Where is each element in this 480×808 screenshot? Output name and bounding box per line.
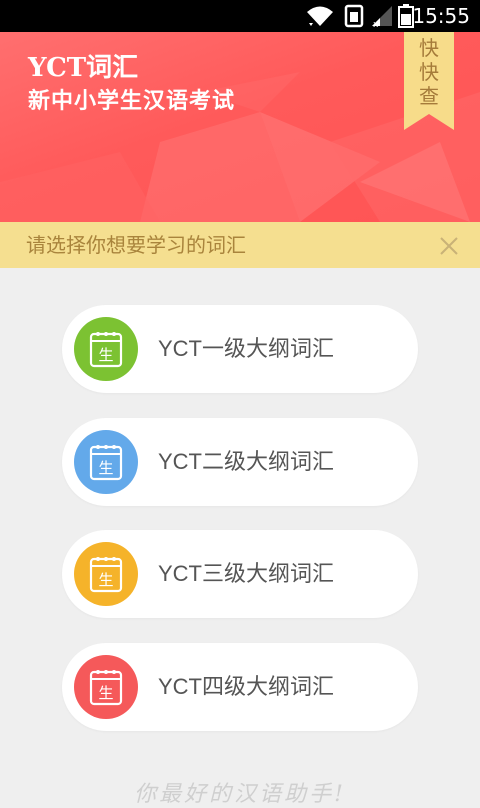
app-subtitle: 新中小学生汉语考试 bbox=[28, 88, 236, 114]
level-4-button[interactable]: 生 YCT四级大纲词汇 bbox=[62, 643, 418, 731]
wifi-icon bbox=[307, 6, 333, 26]
level-3-label: YCT三级大纲词汇 bbox=[158, 561, 335, 586]
quick-lookup-ribbon[interactable]: 快 快 查 bbox=[404, 32, 454, 130]
status-bar: x 15:55 bbox=[0, 0, 480, 32]
level-4-label: YCT四级大纲词汇 bbox=[158, 674, 335, 699]
calendar-icon: 生 bbox=[74, 655, 138, 719]
svg-text:生: 生 bbox=[98, 459, 113, 477]
svg-text:x: x bbox=[373, 20, 379, 28]
close-icon[interactable] bbox=[434, 231, 464, 261]
app-title: YCT词汇 bbox=[28, 53, 139, 83]
svg-text:生: 生 bbox=[98, 346, 113, 364]
status-time: 15:55 bbox=[412, 4, 470, 28]
signal-icon: x bbox=[372, 6, 392, 28]
svg-text:生: 生 bbox=[98, 571, 113, 589]
level-2-button[interactable]: 生 YCT二级大纲词汇 bbox=[62, 418, 418, 506]
header-banner: YCT词汇 新中小学生汉语考试 快 快 查 bbox=[0, 32, 480, 222]
quick-lookup-label: 快 快 查 bbox=[419, 36, 439, 108]
notice-bar: 请选择你想要学习的词汇 bbox=[0, 222, 480, 268]
svg-text:生: 生 bbox=[98, 684, 113, 702]
footer-slogan: 你最好的汉语助手! bbox=[134, 782, 346, 807]
level-1-label: YCT一级大纲词汇 bbox=[158, 336, 335, 361]
level-1-button[interactable]: 生 YCT一级大纲词汇 bbox=[62, 305, 418, 393]
level-3-button[interactable]: 生 YCT三级大纲词汇 bbox=[62, 530, 418, 618]
calendar-icon: 生 bbox=[74, 430, 138, 494]
calendar-icon: 生 bbox=[74, 317, 138, 381]
sim-icon bbox=[344, 4, 364, 28]
level-2-label: YCT二级大纲词汇 bbox=[158, 449, 335, 474]
notice-text: 请选择你想要学习的词汇 bbox=[26, 233, 246, 257]
calendar-icon: 生 bbox=[74, 542, 138, 606]
